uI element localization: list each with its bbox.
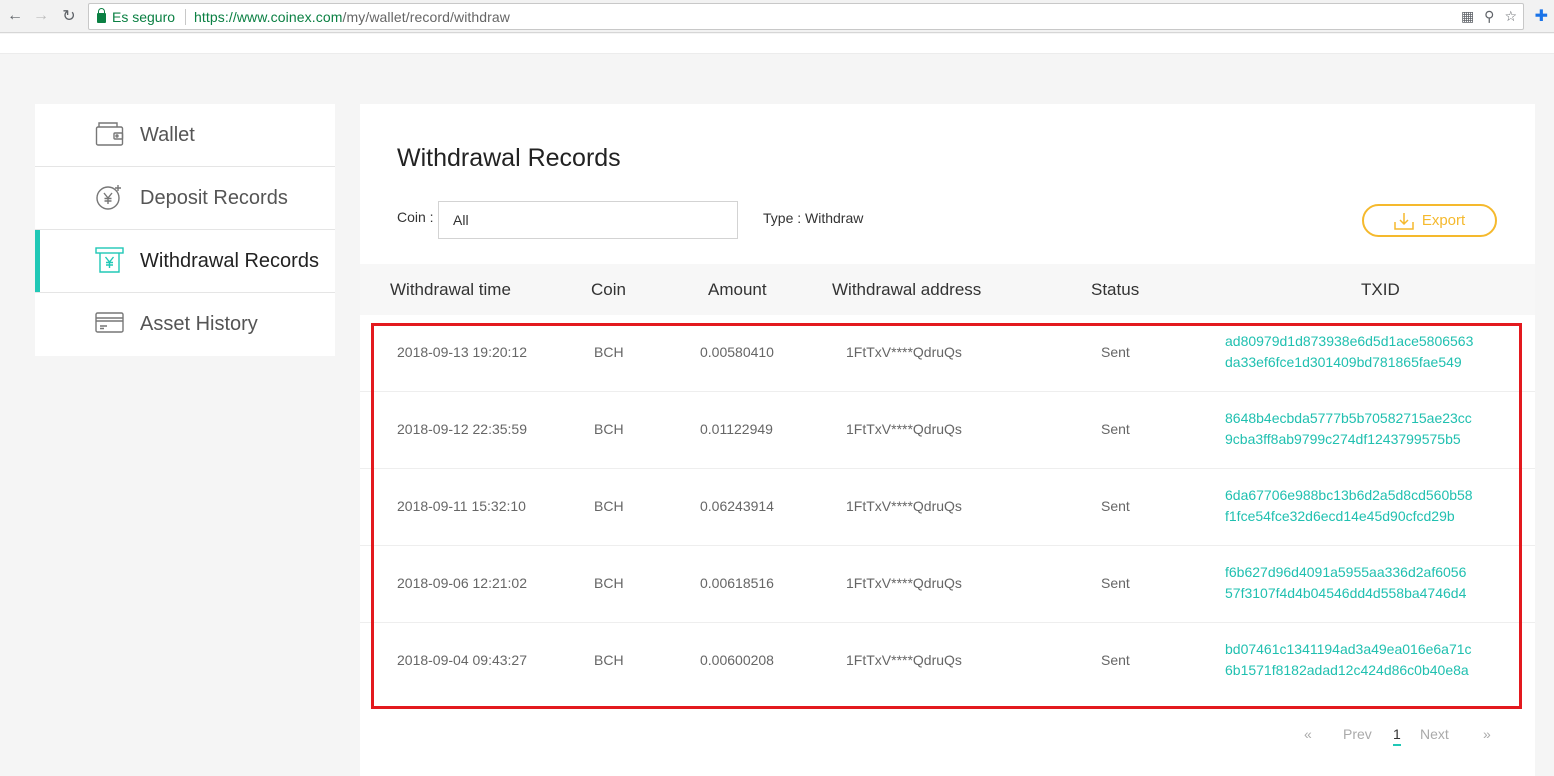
extension-icon[interactable]: ✚ <box>1535 6 1548 26</box>
cell-amount: 0.00580410 <box>700 344 774 360</box>
cell-coin: BCH <box>594 652 624 668</box>
site-header-band <box>0 34 1554 54</box>
secure-indicator[interactable]: Es seguro <box>97 8 176 25</box>
txid-line-1: ad80979d1d873938e6d5d1ace5806563 <box>1225 333 1474 349</box>
secure-label: Es seguro <box>112 9 176 25</box>
cell-amount: 0.01122949 <box>700 421 773 437</box>
page-title: Withdrawal Records <box>397 144 621 172</box>
cell-txid-link[interactable]: ad80979d1d873938e6d5d1ace5806563 da33ef6f… <box>1225 331 1500 373</box>
cell-status: Sent <box>1101 498 1130 514</box>
cell-amount: 0.00618516 <box>700 575 774 591</box>
cell-time: 2018-09-11 15:32:10 <box>397 498 526 514</box>
column-header-amount: Amount <box>708 280 767 299</box>
cell-time: 2018-09-13 19:20:12 <box>397 344 527 360</box>
sidebar-item-wallet[interactable]: Wallet <box>35 104 335 167</box>
cell-coin: BCH <box>594 575 624 591</box>
cell-coin: BCH <box>594 344 624 360</box>
coin-filter-label: Coin : <box>397 209 434 225</box>
coin-filter-select[interactable]: All <box>438 201 738 239</box>
table-row: 2018-09-12 22:35:59 BCH 0.01122949 1FtTx… <box>360 392 1535 469</box>
bookmark-star-icon[interactable]: ☆ <box>1504 8 1517 25</box>
browser-toolbar: ← → ↻ Es seguro https://www.coinex.com/m… <box>0 0 1554 33</box>
cell-status: Sent <box>1101 344 1130 360</box>
wallet-icon <box>95 121 124 147</box>
table-row: 2018-09-04 09:43:27 BCH 0.00600208 1FtTx… <box>360 623 1535 700</box>
sidebar-item-label: Withdrawal Records <box>140 249 319 272</box>
cell-time: 2018-09-04 09:43:27 <box>397 652 527 668</box>
cell-amount: 0.06243914 <box>700 498 774 514</box>
cell-coin: BCH <box>594 421 624 437</box>
cell-status: Sent <box>1101 652 1130 668</box>
sidebar-item-label: Wallet <box>140 123 195 146</box>
sidebar-item-deposit-records[interactable]: Deposit Records <box>35 167 335 230</box>
coin-filter-value: All <box>453 212 469 228</box>
cell-address: 1FtTxV****QdruQs <box>846 498 962 514</box>
table-row: 2018-09-11 15:32:10 BCH 0.06243914 1FtTx… <box>360 469 1535 546</box>
reload-icon[interactable]: ↻ <box>58 5 80 27</box>
address-bar[interactable]: Es seguro https://www.coinex.com/my/wall… <box>88 3 1524 30</box>
txid-line-2: 57f3107f4d4b04546dd4d558ba4746d4 <box>1225 585 1467 601</box>
zoom-icon[interactable]: ⚲ <box>1484 8 1494 25</box>
cell-txid-link[interactable]: 8648b4ecbda5777b5b70582715ae23cc 9cba3ff8… <box>1225 408 1500 450</box>
pagination-next[interactable]: Next <box>1420 726 1449 742</box>
txid-line-1: 6da67706e988bc13b6d2a5d8cd560b58 <box>1225 487 1473 503</box>
txid-line-2: da33ef6fce1d301409bd781865fae549 <box>1225 354 1462 370</box>
cell-txid-link[interactable]: f6b627d96d4091a5955aa336d2af6056 57f3107f… <box>1225 562 1500 604</box>
sidebar-item-label: Deposit Records <box>140 186 288 209</box>
column-header-coin: Coin <box>591 280 626 299</box>
txid-line-2: f1fce54fce32d6ecd14e45d90cfcd29b <box>1225 508 1455 524</box>
cell-status: Sent <box>1101 421 1130 437</box>
column-header-address: Withdrawal address <box>832 280 982 299</box>
pagination-last[interactable]: » <box>1483 726 1491 742</box>
card-icon <box>95 310 124 336</box>
cell-coin: BCH <box>594 498 624 514</box>
cell-time: 2018-09-12 22:35:59 <box>397 421 527 437</box>
pagination: « Prev 1 Next » <box>360 726 1535 746</box>
download-icon <box>1394 212 1414 230</box>
export-label: Export <box>1421 212 1466 229</box>
cell-txid-link[interactable]: bd07461c1341194ad3a49ea016e6a71c 6b1571f8… <box>1225 639 1500 681</box>
column-header-time: Withdrawal time <box>390 280 511 299</box>
withdraw-icon <box>95 247 124 273</box>
pagination-prev[interactable]: Prev <box>1343 726 1372 742</box>
url-text[interactable]: https://www.coinex.com/my/wallet/record/… <box>194 9 510 25</box>
txid-line-2: 9cba3ff8ab9799c274df1243799575b5 <box>1225 431 1461 447</box>
pagination-first[interactable]: « <box>1304 726 1312 742</box>
sidebar-item-withdrawal-records[interactable]: Withdrawal Records <box>35 230 335 293</box>
column-header-txid: TXID <box>1361 280 1400 299</box>
column-header-status: Status <box>1091 280 1140 299</box>
sidebar-item-label: Asset History <box>140 313 258 335</box>
back-arrow-icon[interactable]: ← <box>4 5 26 27</box>
pagination-current-page[interactable]: 1 <box>1393 726 1401 746</box>
table-header: Withdrawal time Coin Amount Withdrawal a… <box>360 264 1535 315</box>
deposit-icon <box>95 184 124 210</box>
txid-line-1: bd07461c1341194ad3a49ea016e6a71c <box>1225 641 1472 657</box>
table-row: 2018-09-13 19:20:12 BCH 0.00580410 1FtTx… <box>360 315 1535 392</box>
type-filter-label: Type : Withdraw <box>763 210 864 226</box>
txid-line-1: f6b627d96d4091a5955aa336d2af6056 <box>1225 564 1467 580</box>
forward-arrow-icon[interactable]: → <box>30 5 52 27</box>
export-button[interactable]: Export <box>1362 204 1497 237</box>
sidebar: Wallet Deposit Records Withdrawal Record… <box>35 104 335 356</box>
lock-icon <box>97 8 106 23</box>
cell-amount: 0.00600208 <box>700 652 774 668</box>
cell-address: 1FtTxV****QdruQs <box>846 344 962 360</box>
translate-icon[interactable]: ▦ <box>1461 8 1474 25</box>
url-path: /my/wallet/record/withdraw <box>342 9 511 25</box>
cell-status: Sent <box>1101 575 1130 591</box>
cell-address: 1FtTxV****QdruQs <box>846 652 962 668</box>
omnibox-divider <box>185 9 186 25</box>
main-panel: Withdrawal Records Coin : All Type : Wit… <box>360 104 1535 776</box>
sidebar-item-asset-history[interactable]: Asset History <box>35 293 335 356</box>
cell-address: 1FtTxV****QdruQs <box>846 575 962 591</box>
cell-time: 2018-09-06 12:21:02 <box>397 575 527 591</box>
table-row: 2018-09-06 12:21:02 BCH 0.00618516 1FtTx… <box>360 546 1535 623</box>
cell-address: 1FtTxV****QdruQs <box>846 421 962 437</box>
url-host: https://www.coinex.com <box>194 9 343 25</box>
txid-line-1: 8648b4ecbda5777b5b70582715ae23cc <box>1225 410 1472 426</box>
cell-txid-link[interactable]: 6da67706e988bc13b6d2a5d8cd560b58 f1fce54f… <box>1225 485 1500 527</box>
txid-line-2: 6b1571f8182adad12c424d86c0b40e8a <box>1225 662 1469 678</box>
